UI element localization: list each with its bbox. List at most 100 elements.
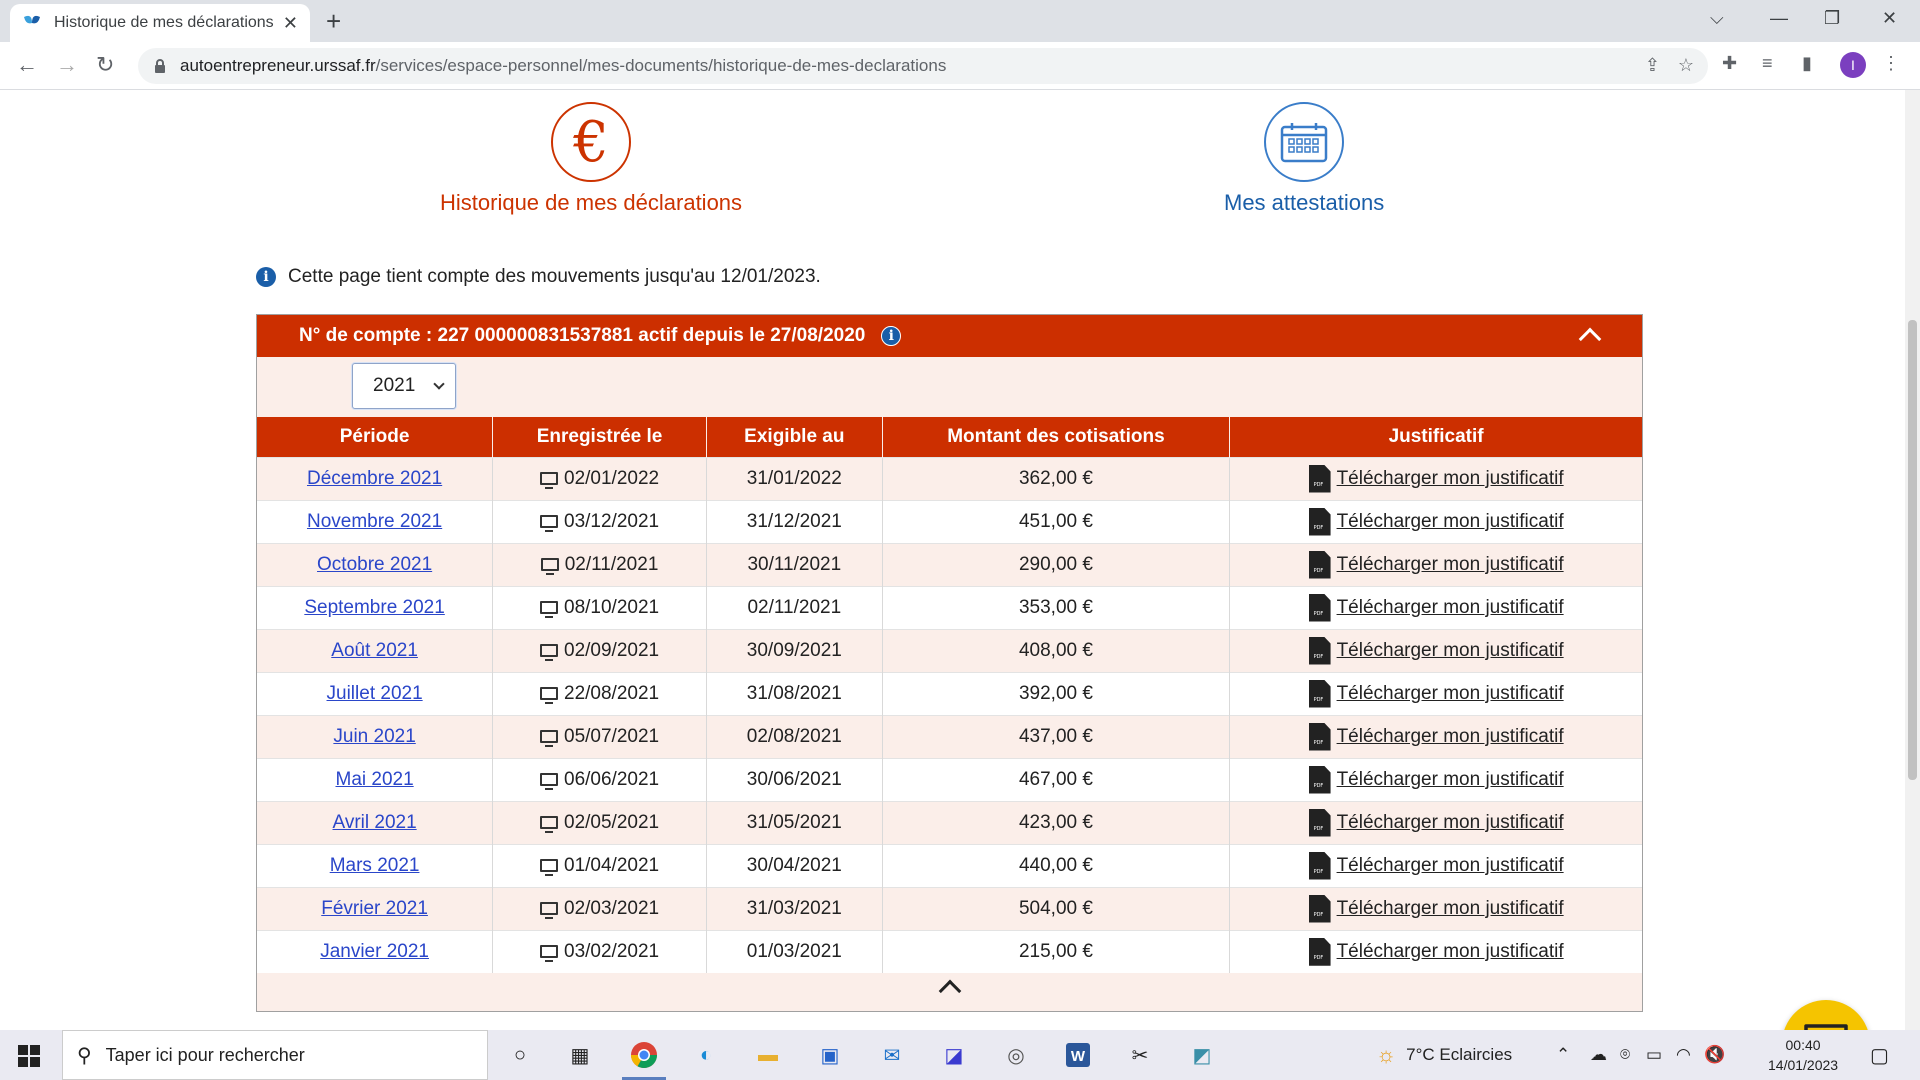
webcam-icon[interactable]: ⌾	[1620, 1030, 1630, 1080]
edge-icon[interactable]: ◐	[690, 1039, 722, 1071]
download-receipt-link[interactable]: Télécharger mon justificatif	[1337, 597, 1564, 618]
chat-assistant-button[interactable]	[1782, 1000, 1870, 1030]
browser-tab[interactable]: Historique de mes déclarations - ✕	[10, 4, 310, 42]
download-receipt-link[interactable]: Télécharger mon justificatif	[1337, 511, 1564, 532]
scrollbar-thumb[interactable]	[1908, 320, 1917, 780]
profile-avatar[interactable]: I	[1840, 52, 1866, 78]
weather-widget[interactable]: ☼ 7°C Eclaircies	[1376, 1030, 1512, 1080]
download-receipt-link[interactable]: Télécharger mon justificatif	[1337, 468, 1564, 489]
account-info-icon[interactable]: i	[881, 326, 902, 346]
reload-icon[interactable]: ↻	[96, 52, 114, 78]
period-link[interactable]: Février 2021	[321, 898, 428, 919]
pdf-file-icon[interactable]	[1308, 851, 1331, 880]
app-icon-3[interactable]: ◩	[1186, 1039, 1218, 1071]
pdf-file-icon[interactable]	[1308, 722, 1331, 751]
download-receipt-link[interactable]: Télécharger mon justificatif	[1337, 855, 1564, 876]
download-receipt-link[interactable]: Télécharger mon justificatif	[1337, 726, 1564, 747]
registered-cell: 02/03/2021	[492, 886, 707, 930]
registered-cell: 01/04/2021	[492, 843, 707, 887]
period-link[interactable]: Septembre 2021	[304, 597, 445, 618]
pdf-file-icon[interactable]	[1308, 464, 1331, 493]
media-control-icon[interactable]: ≡	[1762, 53, 1773, 74]
pdf-file-icon[interactable]	[1308, 507, 1331, 536]
registered-date: 06/06/2021	[564, 768, 660, 790]
attestations-link[interactable]: Mes attestations	[1224, 102, 1384, 216]
pdf-file-icon[interactable]	[1308, 550, 1331, 579]
download-receipt-link[interactable]: Télécharger mon justificatif	[1337, 769, 1564, 790]
pdf-file-icon[interactable]	[1308, 593, 1331, 622]
pdf-file-icon[interactable]	[1308, 636, 1331, 665]
period-link[interactable]: Octobre 2021	[317, 554, 432, 575]
mail-icon[interactable]: ✉	[876, 1039, 908, 1071]
download-receipt-link[interactable]: Télécharger mon justificatif	[1337, 683, 1564, 704]
computer-icon	[540, 944, 558, 962]
period-link[interactable]: Mars 2021	[330, 855, 420, 876]
tab-search-chevron-icon[interactable]: ⌵	[1710, 8, 1724, 29]
onedrive-icon[interactable]: ☁	[1590, 1030, 1607, 1080]
pdf-file-icon[interactable]	[1308, 765, 1331, 794]
notifications-icon[interactable]: ▢	[1870, 1030, 1889, 1080]
tray-expand-icon[interactable]: ⌃	[1556, 1030, 1570, 1080]
pdf-file-icon[interactable]	[1308, 894, 1331, 923]
file-explorer-icon[interactable]: ▬	[752, 1039, 784, 1071]
app-icon-2[interactable]: ◎	[1000, 1039, 1032, 1071]
download-receipt-link[interactable]: Télécharger mon justificatif	[1337, 898, 1564, 919]
address-bar[interactable]: autoentrepreneur.urssaf.fr/services/espa…	[138, 48, 1708, 84]
pdf-file-icon[interactable]	[1308, 937, 1331, 966]
registered-cell: 06/06/2021	[492, 757, 707, 801]
restore-icon[interactable]: ❐	[1824, 8, 1840, 29]
period-link[interactable]: Novembre 2021	[307, 511, 442, 532]
lock-icon	[154, 59, 166, 73]
wifi-icon[interactable]: ◠	[1676, 1030, 1691, 1080]
account-header[interactable]: N° de compte : 227 000000831537881 actif…	[257, 315, 1642, 357]
scroll-up-chevron-icon[interactable]	[938, 979, 962, 1003]
extensions-icon[interactable]: ✚	[1722, 53, 1737, 74]
volume-muted-icon[interactable]: 🔇	[1704, 1030, 1725, 1080]
amount-cell: 440,00 €	[881, 843, 1230, 887]
forward-icon[interactable]: →	[56, 52, 78, 78]
info-icon: i	[256, 267, 276, 287]
pdf-file-icon[interactable]	[1308, 808, 1331, 837]
side-panel-icon[interactable]: ▮	[1802, 53, 1812, 74]
close-tab-icon[interactable]: ✕	[283, 13, 298, 34]
download-receipt-link[interactable]: Télécharger mon justificatif	[1337, 812, 1564, 833]
chrome-icon[interactable]	[628, 1039, 660, 1071]
period-link[interactable]: Janvier 2021	[320, 941, 429, 962]
taskbar-clock[interactable]: 00:40 14/01/2023	[1768, 1035, 1838, 1075]
collapse-chevron-up-icon[interactable]	[1578, 327, 1602, 351]
windows-start-icon[interactable]	[18, 1045, 40, 1067]
cortana-icon[interactable]: ○	[504, 1039, 536, 1071]
battery-icon[interactable]: ▭	[1646, 1030, 1662, 1080]
page-scrollbar[interactable]	[1905, 90, 1920, 1030]
page-content: € Historique de mes déclarations Mes att…	[0, 90, 1905, 1030]
amount-cell: 362,00 €	[881, 456, 1230, 500]
menu-kebab-icon[interactable]: ⋮	[1882, 53, 1900, 74]
close-window-icon[interactable]: ✕	[1882, 8, 1897, 29]
capcut-icon[interactable]: ✂	[1124, 1039, 1156, 1071]
task-view-icon[interactable]: ▦	[564, 1039, 596, 1071]
col-header-receipt: Justificatif	[1229, 417, 1642, 457]
year-select[interactable]: 2021	[352, 363, 456, 409]
period-link[interactable]: Avril 2021	[333, 812, 417, 833]
minimize-icon[interactable]: —	[1770, 8, 1788, 29]
period-link[interactable]: Juin 2021	[333, 726, 415, 747]
period-link[interactable]: Mai 2021	[336, 769, 414, 790]
download-receipt-link[interactable]: Télécharger mon justificatif	[1337, 554, 1564, 575]
period-link[interactable]: Juillet 2021	[327, 683, 423, 704]
app-icon[interactable]: ◪	[938, 1039, 970, 1071]
taskbar-search[interactable]: ⚲ Taper ici pour rechercher	[62, 1030, 488, 1080]
share-icon[interactable]: ⇪	[1645, 55, 1660, 76]
new-tab-icon[interactable]: +	[326, 6, 341, 37]
word-icon[interactable]: W	[1062, 1039, 1094, 1071]
bookmark-star-icon[interactable]: ☆	[1678, 55, 1694, 76]
download-receipt-link[interactable]: Télécharger mon justificatif	[1337, 941, 1564, 962]
period-link[interactable]: Août 2021	[331, 640, 418, 661]
pdf-file-icon[interactable]	[1308, 679, 1331, 708]
history-declarations-link[interactable]: € Historique de mes déclarations	[440, 102, 742, 216]
period-link[interactable]: Décembre 2021	[307, 468, 442, 489]
table-row: Septembre 2021 08/10/2021 02/11/2021 353,00…	[257, 585, 1642, 629]
period-cell: Juin 2021	[257, 714, 493, 758]
microsoft-store-icon[interactable]: ▣	[814, 1039, 846, 1071]
download-receipt-link[interactable]: Télécharger mon justificatif	[1337, 640, 1564, 661]
back-icon[interactable]: ←	[16, 52, 38, 78]
